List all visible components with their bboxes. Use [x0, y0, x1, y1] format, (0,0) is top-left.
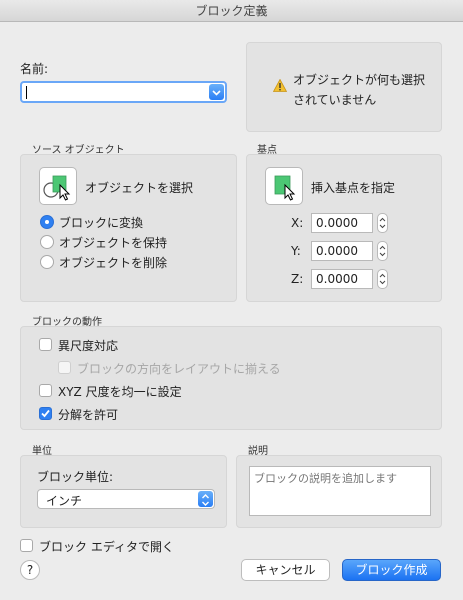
name-input[interactable] — [28, 84, 198, 100]
y-label: Y: — [291, 244, 301, 258]
open-in-editor-label: ブロック エディタで開く — [39, 540, 174, 554]
annotative-label: 異尺度対応 — [58, 339, 119, 353]
open-in-editor-checkbox[interactable] — [20, 539, 33, 552]
radio-delete-objects[interactable] — [40, 255, 54, 269]
pick-insertion-point-button[interactable] — [265, 167, 303, 205]
x-label: X: — [291, 216, 304, 230]
chevron-down-icon — [212, 90, 221, 96]
warning-panel: オブジェクトが何も選択 されていません — [246, 42, 442, 132]
match-orientation-checkbox[interactable] — [58, 361, 71, 374]
radio-retain-label: オブジェクトを保持 — [59, 236, 168, 250]
pick-point-icon — [274, 175, 296, 201]
up-down-arrows-icon — [202, 494, 209, 506]
radio-delete-label: オブジェクトを削除 — [59, 256, 168, 270]
pick-insertion-point-label: 挿入基点を指定 — [311, 181, 396, 195]
stepper-arrows-icon — [379, 245, 386, 257]
stepper-arrows-icon — [379, 217, 386, 229]
block-unit-label: ブロック単位: — [37, 470, 114, 484]
block-unit-select[interactable]: インチ — [37, 489, 215, 509]
create-block-button[interactable]: ブロック作成 — [342, 559, 441, 581]
select-objects-icon — [43, 175, 71, 201]
warning-icon — [273, 79, 287, 92]
checkmark-icon — [41, 409, 50, 418]
y-coordinate-input[interactable]: 0.0000 — [311, 241, 373, 261]
x-stepper[interactable] — [377, 213, 388, 233]
description-textarea[interactable] — [249, 466, 431, 516]
name-combobox[interactable] — [20, 81, 227, 103]
window-title: ブロック定義 — [0, 0, 463, 22]
help-button[interactable]: ? — [20, 560, 40, 580]
warning-line-1: オブジェクトが何も選択 — [293, 73, 426, 87]
stepper-arrows-icon — [379, 273, 386, 285]
uniform-scale-checkbox[interactable] — [39, 384, 52, 397]
base-panel: 挿入基点を指定 X: 0.0000 Y: 0.0000 Z: 0.0000 — [246, 154, 442, 302]
units-panel: ブロック単位: インチ — [20, 455, 227, 528]
z-label: Z: — [291, 272, 304, 286]
z-coordinate-input[interactable]: 0.0000 — [311, 269, 373, 289]
text-caret — [26, 86, 27, 99]
block-unit-value: インチ — [46, 494, 83, 508]
annotative-checkbox[interactable] — [39, 338, 52, 351]
y-stepper[interactable] — [377, 241, 388, 261]
uniform-scale-label: XYZ 尺度を均一に設定 — [58, 385, 182, 399]
allow-explode-checkbox[interactable] — [39, 407, 52, 420]
name-label: 名前: — [20, 62, 49, 76]
description-panel — [236, 455, 442, 528]
radio-convert-to-block[interactable] — [40, 215, 54, 229]
warning-line-2: されていません — [293, 93, 377, 107]
select-objects-label: オブジェクトを選択 — [85, 181, 194, 195]
cancel-button[interactable]: キャンセル — [241, 559, 330, 581]
allow-explode-label: 分解を許可 — [58, 408, 119, 422]
select-objects-button[interactable] — [39, 167, 77, 205]
z-stepper[interactable] — [377, 269, 388, 289]
radio-convert-label: ブロックに変換 — [59, 216, 144, 230]
match-orientation-label: ブロックの方向をレイアウトに揃える — [77, 362, 281, 376]
block-unit-dropdown-button[interactable] — [198, 491, 213, 507]
x-coordinate-input[interactable]: 0.0000 — [311, 213, 373, 233]
behavior-panel: 異尺度対応 ブロックの方向をレイアウトに揃える XYZ 尺度を均一に設定 分解を… — [20, 326, 442, 430]
source-panel: オブジェクトを選択 ブロックに変換 オブジェクトを保持 オブジェクトを削除 — [20, 154, 237, 302]
radio-retain-objects[interactable] — [40, 235, 54, 249]
name-dropdown-button[interactable] — [209, 84, 224, 100]
